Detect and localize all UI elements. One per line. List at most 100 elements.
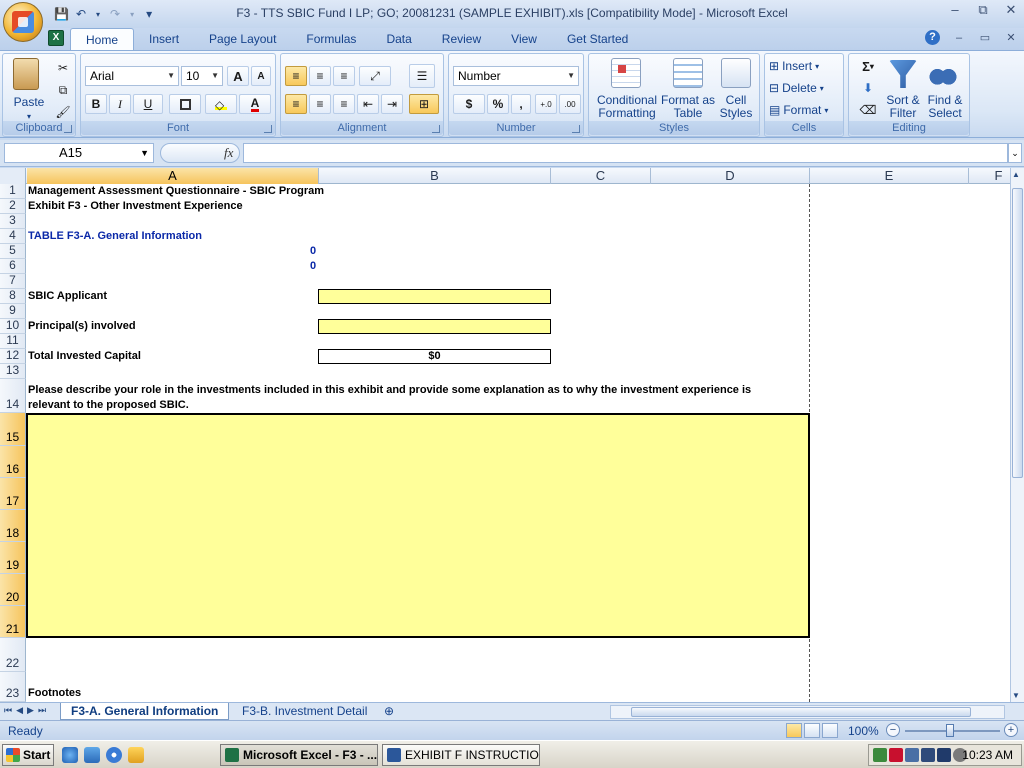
name-box[interactable]: A15 ▼ — [4, 143, 154, 163]
row-header[interactable]: 6 — [0, 258, 26, 274]
row-header[interactable]: 17 — [0, 478, 26, 510]
currency-button[interactable]: $ — [453, 94, 485, 114]
format-cells-button[interactable]: ▤ Format ▾ — [769, 100, 841, 120]
tray-network-icon[interactable] — [873, 748, 887, 762]
shrink-font-button[interactable]: A — [251, 66, 271, 86]
row-header[interactable]: 22 — [0, 638, 26, 672]
wrap-text-button[interactable]: ☰ — [409, 64, 435, 88]
bold-button[interactable]: B — [85, 94, 107, 114]
insert-cells-button[interactable]: ⊞ Insert ▾ — [769, 56, 841, 76]
page-break-preview-button[interactable] — [822, 723, 838, 738]
conditional-formatting-button[interactable]: Conditional Formatting — [591, 94, 663, 120]
tray-mcafee-icon[interactable] — [889, 748, 903, 762]
number-format-combo[interactable]: Number ▼ — [453, 66, 579, 86]
next-sheet-icon[interactable]: ▶ — [27, 705, 34, 716]
footnotes-label[interactable]: Footnotes — [28, 687, 81, 699]
cell-b6[interactable]: 0 — [310, 260, 316, 272]
desktop-icon[interactable] — [84, 747, 100, 763]
total-invested-capital-value[interactable]: $0 — [318, 349, 551, 364]
format-as-table-button[interactable]: Format as Table — [661, 94, 715, 120]
clear-button[interactable]: ⌫ — [853, 100, 883, 120]
scroll-down-icon[interactable]: ▼ — [1012, 691, 1020, 700]
scroll-up-icon[interactable]: ▲ — [1012, 170, 1020, 179]
font-launcher-icon[interactable] — [264, 125, 272, 133]
clipboard-launcher-icon[interactable] — [64, 125, 72, 133]
last-sheet-icon[interactable]: ⏭ — [38, 705, 46, 716]
start-button[interactable]: Start — [2, 744, 54, 766]
increase-indent-button[interactable]: ⇥ — [381, 94, 403, 114]
workbook-minimize-icon[interactable]: – — [952, 32, 966, 44]
fill-button[interactable]: ⬇ — [853, 78, 883, 98]
font-size-combo[interactable]: 10 ▼ — [181, 66, 223, 86]
autosum-button[interactable]: Σ ▾ — [853, 56, 883, 76]
align-bottom-button[interactable]: ≡ — [333, 66, 355, 86]
first-sheet-icon[interactable]: ⏮ — [4, 705, 12, 716]
formula-input[interactable] — [243, 143, 1008, 163]
tab-home[interactable]: Home — [70, 28, 135, 50]
tab-view[interactable]: View — [496, 28, 552, 50]
restore-icon[interactable]: ⧉ — [976, 2, 990, 18]
help-icon[interactable]: ? — [925, 30, 940, 45]
tab-data[interactable]: Data — [371, 28, 426, 50]
zoom-level[interactable]: 100% — [848, 724, 879, 738]
insert-function-icon[interactable]: fx — [224, 145, 233, 161]
media-player-icon[interactable] — [106, 747, 122, 763]
sort-filter-icon[interactable] — [889, 60, 917, 88]
number-launcher-icon[interactable] — [572, 125, 580, 133]
minimize-icon[interactable]: – — [948, 2, 962, 18]
align-middle-button[interactable]: ≡ — [309, 66, 331, 86]
format-painter-icon[interactable]: 🖌 — [53, 102, 73, 122]
format-as-table-icon[interactable] — [673, 58, 703, 88]
row-header[interactable]: 18 — [0, 510, 26, 542]
spreadsheet-grid[interactable]: A B C D E F 1 2 3 4 5 6 7 8 9 10 11 12 1… — [0, 168, 1010, 702]
conditional-formatting-icon[interactable] — [611, 58, 641, 88]
row-header[interactable]: 23 — [0, 672, 26, 702]
find-select-button[interactable]: Find & Select — [923, 94, 967, 120]
align-right-button[interactable]: ≡ — [333, 94, 355, 114]
workbook-restore-icon[interactable]: ▭ — [978, 31, 992, 44]
workbook-close-icon[interactable]: ✕ — [1004, 31, 1018, 44]
alignment-launcher-icon[interactable] — [432, 125, 440, 133]
merge-center-button[interactable]: ⊞ — [409, 94, 439, 114]
row-header[interactable]: 12 — [0, 348, 26, 364]
decrease-indent-button[interactable]: ⇤ — [357, 94, 379, 114]
cell-b5[interactable]: 0 — [310, 245, 316, 257]
delete-cells-button[interactable]: ⊟ Delete ▾ — [769, 78, 841, 98]
expand-formula-bar-icon[interactable]: ⌄ — [1008, 143, 1022, 163]
paste-icon[interactable] — [13, 58, 39, 90]
column-header-a[interactable]: A — [27, 168, 319, 184]
row-header[interactable]: 19 — [0, 542, 26, 574]
description-input-area[interactable] — [26, 413, 810, 638]
increase-decimal-button[interactable]: +.0 — [535, 94, 557, 114]
taskbar-item-word[interactable]: EXHIBIT F INSTRUCTION... — [382, 744, 540, 766]
row-header[interactable]: 15 — [0, 413, 26, 446]
column-header-b[interactable]: B — [319, 168, 551, 184]
total-invested-capital-label[interactable]: Total Invested Capital — [28, 350, 141, 362]
orientation-button[interactable]: ⤢ — [359, 66, 391, 86]
vertical-scrollbar[interactable]: ▲ ▼ — [1010, 168, 1024, 702]
align-center-button[interactable]: ≡ — [309, 94, 331, 114]
exhibit-title[interactable]: Exhibit F3 - Other Investment Experience — [28, 200, 243, 212]
description-prompt-line1[interactable]: Please describe your role in the investm… — [28, 384, 751, 396]
page-layout-view-button[interactable] — [804, 723, 820, 738]
row-header[interactable]: 20 — [0, 574, 26, 606]
select-all-corner[interactable] — [0, 168, 26, 184]
row-header[interactable]: 1 — [0, 183, 26, 199]
row-header[interactable]: 7 — [0, 273, 26, 289]
tray-app-icon[interactable] — [937, 748, 951, 762]
row-header[interactable]: 8 — [0, 288, 26, 304]
principals-label[interactable]: Principal(s) involved — [28, 320, 136, 332]
principals-input[interactable] — [318, 319, 551, 334]
tab-review[interactable]: Review — [427, 28, 496, 50]
cell-styles-button[interactable]: Cell Styles — [715, 94, 757, 120]
tab-page-layout[interactable]: Page Layout — [194, 28, 291, 50]
comma-button[interactable]: , — [511, 94, 531, 114]
row-header[interactable]: 14 — [0, 379, 26, 413]
percent-button[interactable]: % — [487, 94, 509, 114]
decrease-decimal-button[interactable]: .00 — [559, 94, 581, 114]
taskbar-item-excel[interactable]: Microsoft Excel - F3 - ... — [220, 744, 378, 766]
sheet-tab-general-information[interactable]: F3-A. General Information — [60, 703, 230, 720]
cut-icon[interactable]: ✂ — [53, 58, 73, 78]
grow-font-button[interactable]: A — [227, 66, 249, 86]
row-header[interactable]: 3 — [0, 213, 26, 229]
